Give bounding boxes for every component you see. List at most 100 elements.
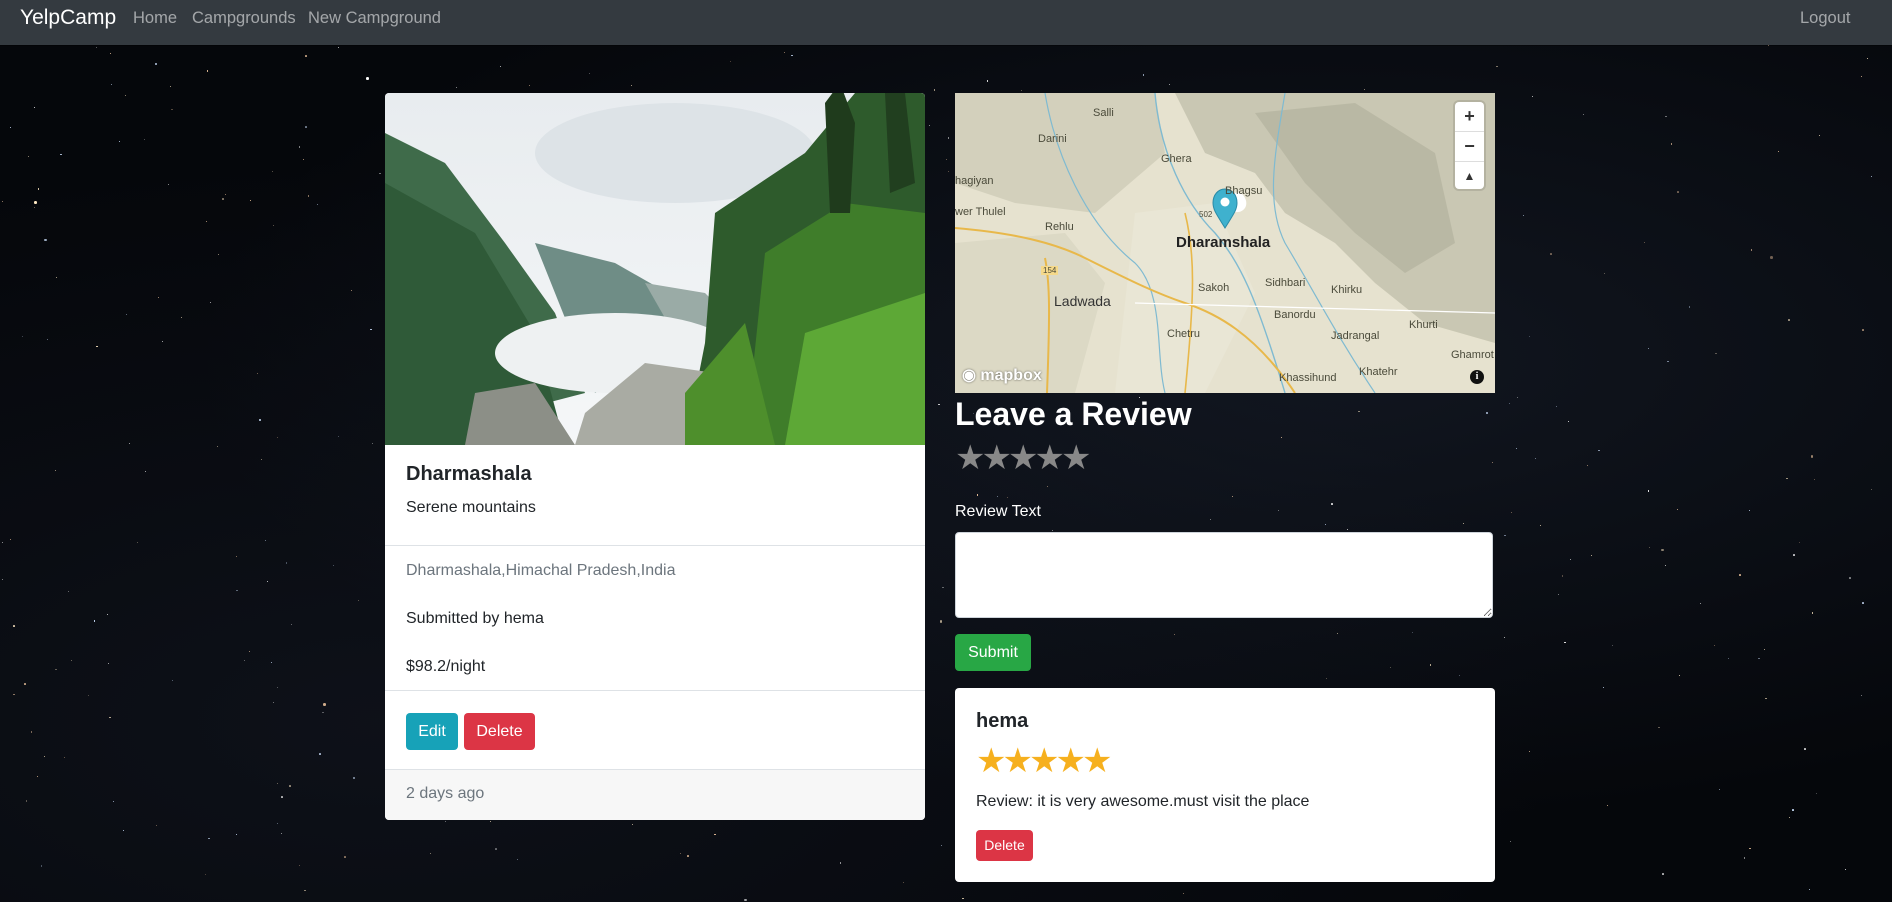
star-dot [304, 889, 306, 892]
rating-star-icon[interactable]: ★ [1061, 439, 1091, 477]
star-dot [1728, 658, 1730, 660]
campground-card: Dharmashala Serene mountains Dharmashala… [385, 93, 925, 820]
star-dot [1867, 58, 1869, 60]
star-dot [218, 253, 220, 255]
star-dot [1718, 788, 1720, 790]
brand-logo[interactable]: YelpCamp [20, 7, 116, 29]
star-dot [1845, 868, 1847, 870]
star-dot [976, 494, 979, 496]
star-dot [172, 679, 174, 681]
star-dot [1556, 405, 1558, 407]
compass-button[interactable]: ▲ [1455, 162, 1484, 191]
star-dot [181, 316, 183, 318]
info-icon[interactable]: i [1470, 370, 1484, 384]
star-dot [338, 47, 340, 49]
star-dot [962, 897, 964, 900]
star-dot [298, 865, 300, 867]
star-dot [333, 565, 335, 567]
star-dot [1765, 697, 1767, 699]
star-dot [1763, 648, 1766, 651]
star-dot [1603, 687, 1605, 689]
nav-link-campgrounds[interactable]: Campgrounds [192, 9, 296, 27]
star-dot [1485, 411, 1489, 415]
review-text-input[interactable] [955, 532, 1493, 618]
star-dot [302, 159, 304, 161]
edit-button[interactable]: Edit [406, 713, 458, 750]
zoom-out-button[interactable]: − [1455, 132, 1484, 162]
star-dot [1364, 89, 1366, 91]
star-dot [208, 837, 210, 840]
campground-body: Dharmashala Serene mountains [385, 445, 925, 539]
map-label: Banordu [1274, 309, 1316, 321]
star-dot [34, 201, 37, 204]
star-dot [157, 296, 159, 299]
star-dot [714, 833, 716, 836]
star-icon: ★ [1081, 742, 1113, 780]
star-dot [55, 668, 57, 671]
star-dot [744, 898, 747, 902]
star-dot [1647, 490, 1650, 492]
star-dot [939, 620, 943, 623]
star-dot [1561, 575, 1563, 577]
star-dot [352, 776, 356, 780]
star-dot [1777, 150, 1779, 152]
star-dot [1770, 256, 1773, 259]
star-dot [1496, 65, 1498, 68]
star-dot [33, 206, 35, 208]
star-dot [1540, 525, 1542, 527]
star-dot [1648, 547, 1650, 549]
star-dot [1662, 873, 1664, 875]
star-dot [1358, 410, 1360, 413]
star-dot [1758, 657, 1760, 660]
star-dot [940, 844, 943, 847]
zoom-in-button[interactable]: + [1455, 102, 1484, 132]
nav-link-new-campground[interactable]: New Campground [308, 9, 441, 27]
star-dot [1871, 176, 1873, 178]
star-dot [1169, 83, 1171, 85]
star-dot [270, 661, 273, 664]
star-dot [276, 822, 278, 824]
star-dot [307, 195, 310, 197]
star-dot [21, 335, 23, 337]
star-dot [1676, 509, 1678, 511]
star-dot [257, 372, 259, 374]
star-dot [13, 693, 15, 695]
star-dot [305, 126, 307, 128]
star-dot [108, 662, 110, 664]
review-delete-button[interactable]: Delete [976, 830, 1033, 861]
divider [385, 545, 925, 546]
star-dot [1667, 360, 1669, 363]
star-dot [37, 188, 40, 190]
location-map[interactable]: Salli Darini Ghera hagiyan Bhagsu wer Th… [955, 93, 1495, 393]
star-dot [1808, 889, 1810, 891]
delete-button[interactable]: Delete [464, 713, 535, 750]
star-dot [95, 47, 97, 49]
star-dot [1598, 449, 1600, 451]
star-dot [1743, 857, 1746, 859]
star-dot [1590, 554, 1592, 556]
star-dot [516, 858, 518, 860]
map-label: Ladwada [1054, 293, 1111, 309]
star-dot [933, 89, 936, 91]
map-label: Khatehr [1359, 366, 1398, 378]
star-dot [1739, 574, 1741, 576]
mapbox-logo[interactable]: ◉ mapbox [962, 365, 1042, 385]
star-dot [276, 686, 278, 688]
star-dot [1749, 847, 1751, 850]
star-dot [1336, 633, 1338, 635]
submit-button[interactable]: Submit [955, 634, 1031, 671]
star-dot [1535, 457, 1537, 459]
nav-link-logout[interactable]: Logout [1800, 9, 1850, 27]
star-dot [1648, 348, 1650, 350]
map-label: hagiyan [955, 175, 994, 187]
star-dot [1281, 436, 1283, 438]
star-dot [323, 703, 326, 706]
star-dot [1331, 503, 1333, 505]
star-dot [1231, 495, 1233, 497]
star-dot [358, 599, 360, 601]
star-dot [947, 171, 949, 173]
nav-link-home[interactable]: Home [133, 9, 177, 27]
map-zoom-controls: + − ▲ [1455, 102, 1484, 189]
star-dot [243, 660, 245, 662]
star-dot [249, 199, 251, 201]
